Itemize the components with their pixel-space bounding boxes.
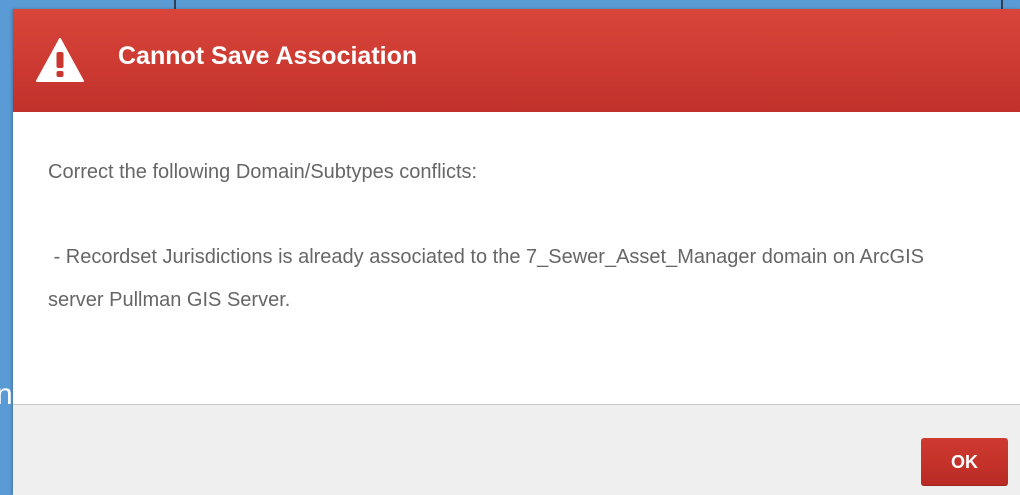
message-detail: - Recordset Jurisdictions is already ass…	[48, 236, 948, 322]
dialog-header: Cannot Save Association	[13, 9, 1020, 112]
dialog-footer: OK	[13, 404, 1020, 495]
background-partial-text: n	[0, 378, 13, 411]
dialog-title: Cannot Save Association	[118, 42, 418, 70]
message-intro: Correct the following Domain/Subtypes co…	[48, 161, 478, 183]
dialog-body: Correct the following Domain/Subtypes co…	[13, 112, 1020, 404]
ok-button[interactable]: OK	[921, 438, 1008, 486]
warning-icon	[35, 37, 85, 83]
message-detail-text: - Recordset Jurisdictions is already ass…	[48, 246, 930, 311]
error-dialog: Cannot Save Association Correct the foll…	[13, 9, 1020, 495]
